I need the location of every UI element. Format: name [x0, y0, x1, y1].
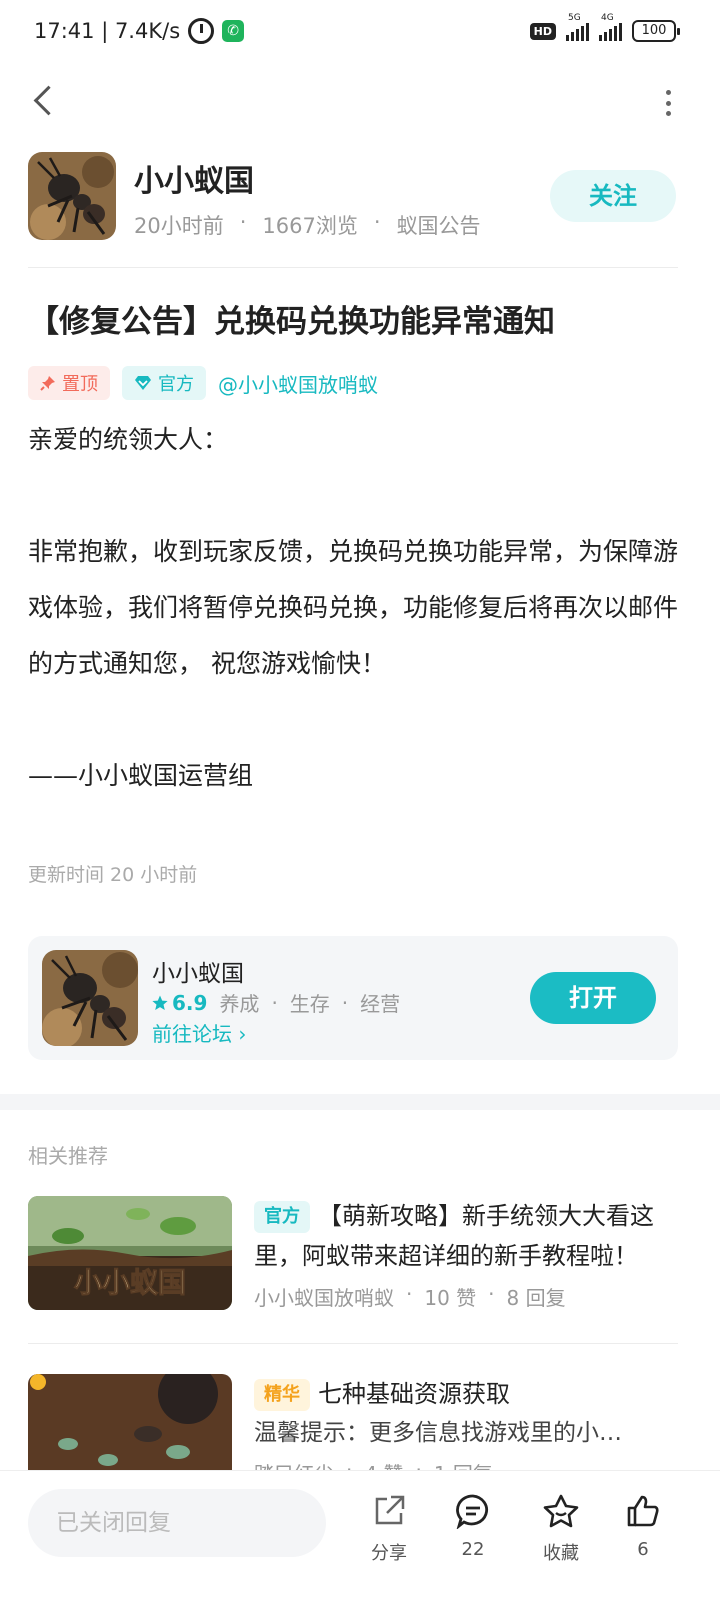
- comment-icon: [456, 1494, 489, 1529]
- post-time: 20小时前: [134, 214, 224, 238]
- official-label: 官方: [158, 374, 194, 395]
- related-title-text: 七种基础资源获取: [318, 1380, 510, 1408]
- status-time: 17:41 | 7.4K/s: [34, 19, 181, 43]
- phone-icon: ✆: [222, 20, 245, 42]
- official-badge: 官方: [122, 366, 206, 400]
- divider: [28, 267, 678, 268]
- pinned-badge: 置顶: [28, 366, 110, 400]
- status-right: HD 5G 4G 100: [529, 13, 680, 42]
- game-meta: 6.9 养成 · 生存 · 经营: [152, 988, 400, 1017]
- body-paragraph: ——小小蚁国运营组: [28, 761, 254, 790]
- like-count: 6: [637, 1539, 649, 1560]
- comment-button[interactable]: 22: [438, 1491, 508, 1560]
- meta-separator: ·: [341, 990, 349, 1015]
- game-icon[interactable]: [42, 950, 138, 1046]
- favorite-label: 收藏: [543, 1543, 579, 1564]
- game-name: 小小蚁国: [152, 961, 244, 987]
- meta-separator: ·: [271, 990, 278, 1015]
- related-item[interactable]: 小小蚁国 官方 【萌新攻略】新手统领大大看这里，阿蚁带来超详细的新手教程啦！ 小小…: [28, 1196, 692, 1316]
- related-title: 精华 七种基础资源获取: [254, 1374, 692, 1414]
- meta-separator: ·: [406, 1282, 413, 1306]
- thumbnail-logo-text: 小小蚁国: [74, 1266, 186, 1299]
- post-title: 【修复公告】兑换码兑换功能异常通知: [28, 304, 555, 340]
- body-paragraph: 非常抱歉，收到玩家反馈，兑换码兑换功能异常，为保障游戏体验，我们将暂停兑换码兑换…: [28, 537, 679, 678]
- game-card[interactable]: 小小蚁国 6.9 养成 · 生存 · 经营 前往论坛 › 打开: [28, 936, 678, 1060]
- star-icon: [152, 995, 168, 1010]
- signal-5g-icon: 5G: [566, 13, 589, 41]
- back-button[interactable]: [26, 84, 62, 120]
- hd-icon: HD: [529, 22, 556, 40]
- game-tag: 养成: [219, 992, 260, 1016]
- meta-separator: ·: [346, 1458, 353, 1470]
- related-replies: 1 回复: [434, 1458, 493, 1470]
- related-text: 官方 【萌新攻略】新手统领大大看这里，阿蚁带来超详细的新手教程啦！ 小小蚁国放哨蚁…: [254, 1196, 694, 1311]
- alarm-icon: [188, 18, 215, 44]
- body-paragraph: [28, 468, 692, 524]
- thumbs-up-icon: [627, 1495, 659, 1527]
- post-body: 亲爱的统领大人： 非常抱歉，收到玩家反馈，兑换码兑换功能异常，为保障游戏体验，我…: [28, 412, 692, 804]
- pin-icon: [40, 376, 55, 391]
- bottom-action-bar: 已关闭回复 分享 22 收藏 6: [0, 1470, 720, 1600]
- meta-separator: ·: [488, 1282, 495, 1306]
- related-text: 精华七种基础资源获取 温馨提示：更多信息找游戏里的小… 踏巳红尘 · 4 赞 ·…: [254, 1374, 692, 1470]
- related-likes: 4 赞: [364, 1458, 403, 1470]
- comment-count: 22: [461, 1539, 485, 1560]
- pinned-label: 置顶: [62, 374, 98, 395]
- status-left: 17:41 | 7.4K/s ✆: [34, 18, 245, 44]
- game-tag: 生存: [289, 992, 330, 1016]
- related-item[interactable]: 精华七种基础资源获取 温馨提示：更多信息找游戏里的小… 踏巳红尘 · 4 赞 ·…: [28, 1374, 692, 1470]
- related-author: 小小蚁国放哨蚁: [254, 1286, 394, 1310]
- open-game-button[interactable]: 打开: [530, 972, 656, 1024]
- related-thumbnail[interactable]: [28, 1374, 232, 1470]
- post-meta: 20小时前 · 1667浏览 · 蚁国公告: [134, 210, 481, 240]
- related-heading: 相关推荐: [28, 1144, 108, 1168]
- section-divider: [0, 1094, 720, 1110]
- meta-separator: ·: [415, 1458, 422, 1470]
- forum-link-label: 前往论坛: [152, 1022, 232, 1046]
- network-4g-label: 4G: [601, 13, 614, 23]
- network-5g-label: 5G: [568, 13, 581, 23]
- essence-badge: 精华: [254, 1379, 310, 1411]
- related-author: 踏巳红尘: [254, 1458, 334, 1470]
- related-title-text: 【萌新攻略】新手统领大大看这里，阿蚁带来超详细的新手教程啦！: [254, 1202, 654, 1270]
- body-paragraph: 亲爱的统领大人：: [28, 425, 229, 454]
- related-meta: 小小蚁国放哨蚁 · 10 赞 · 8 回复: [254, 1282, 694, 1311]
- forum-link[interactable]: 前往论坛 ›: [152, 1018, 246, 1047]
- official-badge: 官方: [254, 1201, 310, 1233]
- post-tags: 置顶 官方 @小小蚁国放哨蚁: [28, 366, 378, 400]
- meta-separator: ·: [239, 210, 247, 234]
- favorite-button[interactable]: 收藏: [526, 1491, 596, 1565]
- author-name[interactable]: 小小蚁国: [134, 156, 254, 200]
- game-tag: 经营: [360, 992, 401, 1016]
- signal-4g-icon: 4G: [599, 13, 622, 41]
- related-replies: 8 回复: [506, 1286, 566, 1310]
- more-options-icon[interactable]: [664, 90, 672, 116]
- game-rating: 6.9: [152, 991, 207, 1015]
- share-icon: [375, 1495, 405, 1525]
- reply-input[interactable]: 已关闭回复: [28, 1489, 326, 1557]
- related-title: 官方 【萌新攻略】新手统领大大看这里，阿蚁带来超详细的新手教程啦！: [254, 1196, 694, 1276]
- related-likes: 10 赞: [424, 1286, 477, 1310]
- rating-value: 6.9: [172, 990, 208, 1015]
- meta-separator: ·: [373, 210, 381, 234]
- follow-button[interactable]: 关注: [550, 170, 676, 222]
- body-paragraph: [28, 692, 692, 748]
- author-avatar[interactable]: [28, 152, 116, 240]
- author-mention-link[interactable]: @小小蚁国放哨蚁: [218, 369, 378, 398]
- star-outline-icon: [543, 1494, 579, 1528]
- diamond-icon: [135, 376, 151, 390]
- update-time: 更新时间 20 小时前: [28, 864, 198, 886]
- divider: [28, 1343, 678, 1344]
- share-button[interactable]: 分享: [354, 1491, 424, 1565]
- share-label: 分享: [371, 1543, 407, 1564]
- status-bar: 17:41 | 7.4K/s ✆ HD 5G 4G 100: [0, 0, 720, 64]
- battery-icon: 100: [632, 20, 680, 42]
- related-subtitle: 温馨提示：更多信息找游戏里的小…: [254, 1420, 622, 1446]
- chevron-right-icon: ›: [238, 1022, 247, 1046]
- related-meta: 踏巳红尘 · 4 赞 · 1 回复: [254, 1458, 692, 1470]
- view-count: 1667浏览: [262, 214, 358, 238]
- like-button[interactable]: 6: [608, 1491, 678, 1560]
- post-category[interactable]: 蚁国公告: [397, 210, 481, 240]
- related-thumbnail[interactable]: 小小蚁国: [28, 1196, 232, 1310]
